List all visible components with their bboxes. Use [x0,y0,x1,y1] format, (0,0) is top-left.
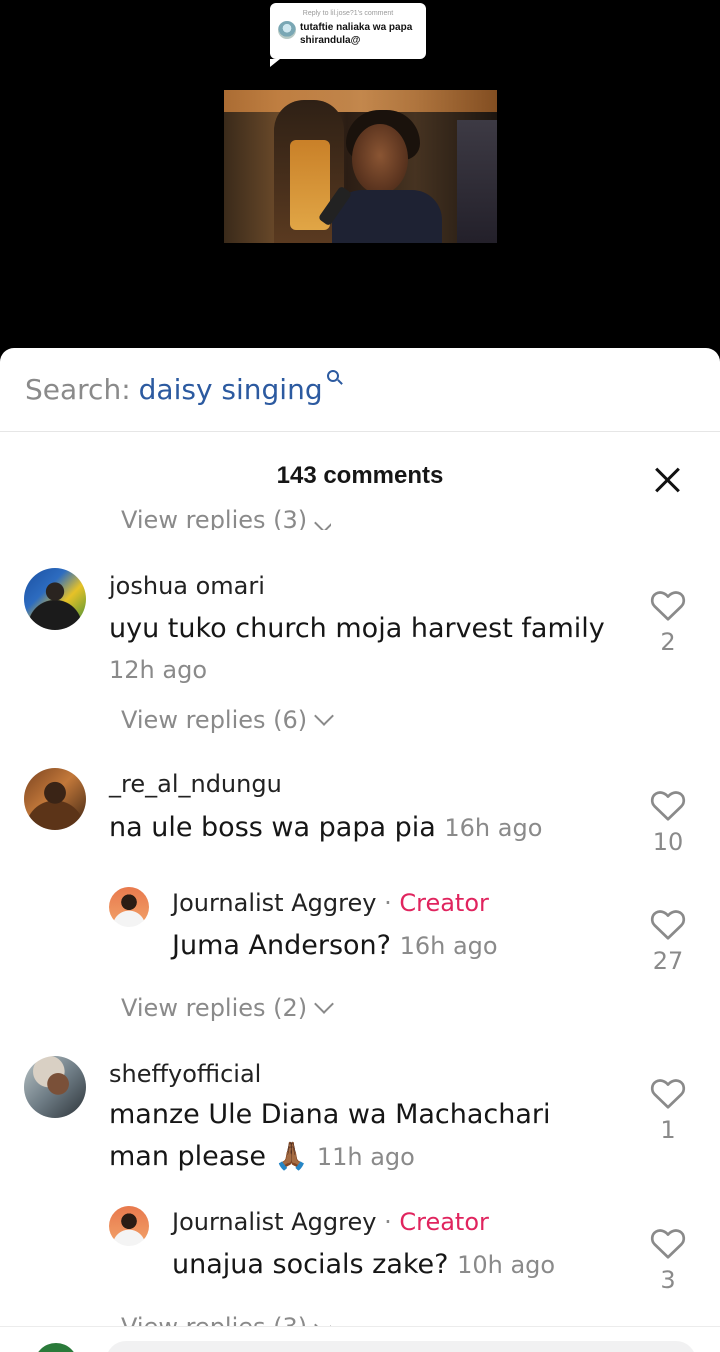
chevron-down-icon [314,1315,332,1326]
heart-icon [650,1079,686,1109]
view-replies-button[interactable]: View replies (3) [121,506,332,530]
comment-text-row: na ule boss wa papa pia 16h ago [109,807,542,849]
comment-username[interactable]: sheffyofficial [109,1060,261,1088]
like-button[interactable]: 2 [650,588,686,656]
reply-sticker-header: Reply to lil.jose?1's comment [302,10,394,17]
comment-username[interactable]: Journalist Aggrey [172,1208,376,1236]
search-icon [326,369,339,382]
like-count: 10 [652,828,684,856]
view-replies-label: View replies (3) [121,1312,307,1326]
comments-sheet: Search: daisy singing 143 comments View … [0,348,720,1352]
like-count: 3 [660,1266,676,1294]
comment-username[interactable]: Journalist Aggrey [172,889,376,917]
badge-separator: · [384,1208,392,1236]
comment-time: 16h ago [399,932,498,960]
like-count: 1 [660,1116,676,1144]
avatar[interactable] [109,1206,149,1246]
comment-time: 10h ago [457,1251,556,1279]
heart-icon [650,910,686,940]
view-replies-label: View replies (2) [121,994,308,1022]
comment-time: 12h ago [109,656,208,684]
chevron-down-icon [314,513,332,530]
heart-icon [650,591,686,621]
heart-icon [650,1229,686,1259]
avatar[interactable] [24,1056,86,1118]
reply-sticker-avatar [278,21,296,39]
like-button[interactable]: 1 [650,1076,686,1144]
comment-time: 11h ago [316,1143,415,1171]
comment-input-bar [0,1326,720,1352]
comment-text: man please 🙏🏾 [109,1141,309,1172]
search-prefix: Search: [25,373,131,406]
like-button[interactable]: 3 [650,1226,686,1294]
comment-text-row: unajua socials zake? 10h ago [172,1244,555,1286]
search-term-link[interactable]: daisy singing [139,373,323,406]
comments-header: 143 comments [0,432,720,522]
like-button[interactable]: 27 [650,907,686,975]
comment-username[interactable]: _re_al_ndungu [109,770,282,798]
video-frame [224,90,497,243]
avatar [34,1343,78,1352]
comment-time: 16h ago [444,814,543,842]
avatar[interactable] [24,568,86,630]
search-suggestion[interactable]: Search: daisy singing [0,348,720,432]
like-count: 2 [660,628,676,656]
comment-text: Juma Anderson? [172,930,391,961]
comment-text: manze Ule Diana wa Machachari [109,1099,551,1130]
comment-text-row: Juma Anderson? 16h ago [172,925,498,967]
video-player[interactable]: Reply to lil.jose?1's comment tutaftie n… [0,0,720,360]
reply-username-row: Journalist Aggrey · Creator [172,889,489,917]
creator-badge: Creator [399,889,489,917]
view-replies-button[interactable]: View replies (3) [121,1312,332,1326]
chevron-down-icon [314,706,335,726]
heart-icon [650,791,686,821]
close-icon[interactable] [654,466,682,494]
view-replies-label: View replies (6) [121,706,308,734]
avatar[interactable] [109,887,149,927]
comment-text: unajua socials zake? [172,1249,449,1280]
like-count: 27 [652,947,684,975]
reply-sticker: Reply to lil.jose?1's comment tutaftie n… [270,3,426,67]
comment-text: na ule boss wa papa pia [109,812,436,843]
badge-separator: · [384,889,392,917]
comment-text-row: man please 🙏🏾 11h ago [109,1136,415,1178]
avatar[interactable] [24,768,86,830]
view-replies-button[interactable]: View replies (2) [121,994,335,1022]
comment-text: uyu tuko church moja harvest family [109,613,605,644]
reply-username-row: Journalist Aggrey · Creator [172,1208,489,1236]
comment-username[interactable]: joshua omari [109,572,265,600]
view-replies-label: View replies (3) [121,506,308,530]
reply-sticker-text: tutaftie naliaka wa papa shirandula@ [300,22,413,46]
chevron-down-icon [314,994,335,1014]
creator-badge: Creator [399,1208,489,1236]
like-button[interactable]: 10 [650,788,686,856]
view-replies-button[interactable]: View replies (6) [121,706,335,734]
add-comment-input[interactable] [106,1341,696,1352]
comments-count-title: 143 comments [276,462,444,489]
